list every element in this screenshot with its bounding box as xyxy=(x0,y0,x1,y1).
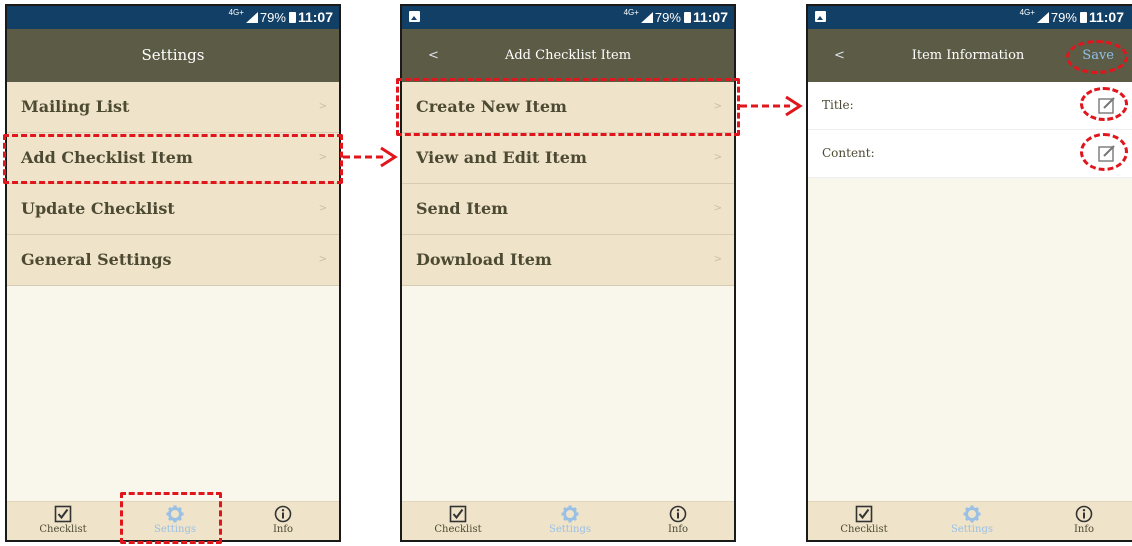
highlight-title-edit xyxy=(1080,87,1128,121)
info-icon xyxy=(274,505,292,523)
status-bar: 4G+ 79% 11:07 xyxy=(7,6,339,29)
info-icon xyxy=(669,505,687,523)
network-label: 4G+ xyxy=(228,8,244,17)
list-item-label: View and Edit Item xyxy=(416,148,587,167)
list-item-label: Download Item xyxy=(416,250,552,269)
signal-icon xyxy=(1036,12,1049,23)
phone-screen-item-information: 4G+ 79% 11:07 < Item Information Save Titl… xyxy=(806,4,1132,542)
clock: 11:07 xyxy=(297,9,333,25)
picture-icon xyxy=(409,11,420,22)
battery-icon xyxy=(683,12,691,23)
tab-label: Info xyxy=(1073,524,1095,535)
highlight-content-edit xyxy=(1080,133,1128,171)
list-item-label: General Settings xyxy=(21,250,172,269)
clock: 11:07 xyxy=(692,9,728,25)
phone-screen-settings: 4G+ 79% 11:07 Settings Mailing List > Add … xyxy=(5,4,341,542)
status-bar: 4G+ 79% 11:07 xyxy=(402,6,734,29)
checkbox-icon xyxy=(54,505,72,523)
app-header: < Add Checklist Item xyxy=(402,29,734,82)
picture-icon xyxy=(815,11,826,22)
highlight-save-button xyxy=(1066,40,1128,74)
title-field-label: Title: xyxy=(822,98,854,112)
chevron-right-icon: > xyxy=(713,203,722,214)
tab-label: Checklist xyxy=(840,524,888,535)
network-label: 4G+ xyxy=(1019,8,1035,17)
list-item-label: Update Checklist xyxy=(21,199,175,218)
tab-settings[interactable]: Settings xyxy=(932,505,1012,535)
battery-label: 79% xyxy=(654,10,681,25)
settings-list: Mailing List > Add Checklist Item > Upda… xyxy=(7,82,339,286)
signal-icon xyxy=(640,12,653,23)
battery-icon xyxy=(288,12,296,23)
chevron-right-icon: > xyxy=(713,254,722,265)
gear-icon xyxy=(561,505,579,523)
info-icon xyxy=(1075,505,1093,523)
tab-checklist[interactable]: Checklist xyxy=(23,505,103,535)
page-title: Settings xyxy=(141,46,205,64)
tab-settings[interactable]: Settings xyxy=(530,505,610,535)
signal-icon xyxy=(245,12,258,23)
arrow-right-icon xyxy=(740,95,803,117)
battery-label: 79% xyxy=(259,10,286,25)
list-item-label: Send Item xyxy=(416,199,509,218)
list-item-download-item[interactable]: Download Item > xyxy=(402,235,734,286)
tab-checklist[interactable]: Checklist xyxy=(418,505,498,535)
chevron-right-icon: > xyxy=(318,101,327,112)
highlight-settings-tab xyxy=(120,492,222,544)
status-bar: 4G+ 79% 11:07 xyxy=(808,6,1132,29)
arrow-right-icon xyxy=(343,146,398,168)
app-header: Settings xyxy=(7,29,339,82)
tab-info[interactable]: Info xyxy=(243,505,323,535)
tab-label: Info xyxy=(667,524,689,535)
back-button[interactable]: < xyxy=(428,29,439,82)
tab-label: Info xyxy=(272,524,294,535)
network-label: 4G+ xyxy=(623,8,639,17)
checkbox-icon xyxy=(449,505,467,523)
bottom-tab-bar: Checklist Settings Info xyxy=(808,501,1132,540)
chevron-right-icon: > xyxy=(318,254,327,265)
list-item-general-settings[interactable]: General Settings > xyxy=(7,235,339,286)
tab-label: Checklist xyxy=(434,524,482,535)
gear-icon xyxy=(963,505,981,523)
page-title: Add Checklist Item xyxy=(504,48,632,63)
tab-label: Checklist xyxy=(39,524,87,535)
list-item-label: Mailing List xyxy=(21,97,130,116)
tab-label: Settings xyxy=(549,524,591,535)
bottom-tab-bar: Checklist Settings Info xyxy=(402,501,734,540)
tab-info[interactable]: Info xyxy=(1044,505,1124,535)
list-item-send-item[interactable]: Send Item > xyxy=(402,184,734,235)
list-item-mailing-list[interactable]: Mailing List > xyxy=(7,82,339,133)
chevron-right-icon: > xyxy=(318,203,327,214)
tab-info[interactable]: Info xyxy=(638,505,718,535)
chevron-right-icon: > xyxy=(713,152,722,163)
content-field-label: Content: xyxy=(822,146,875,160)
back-button[interactable]: < xyxy=(834,29,845,82)
battery-icon xyxy=(1079,12,1087,23)
highlight-create-new-item xyxy=(396,78,740,136)
tab-label: Settings xyxy=(951,524,993,535)
clock: 11:07 xyxy=(1088,9,1124,25)
battery-label: 79% xyxy=(1050,10,1077,25)
highlight-add-checklist-item xyxy=(3,134,343,184)
list-item-view-and-edit-item[interactable]: View and Edit Item > xyxy=(402,133,734,184)
checkbox-icon xyxy=(855,505,873,523)
tab-checklist[interactable]: Checklist xyxy=(824,505,904,535)
list-item-update-checklist[interactable]: Update Checklist > xyxy=(7,184,339,235)
